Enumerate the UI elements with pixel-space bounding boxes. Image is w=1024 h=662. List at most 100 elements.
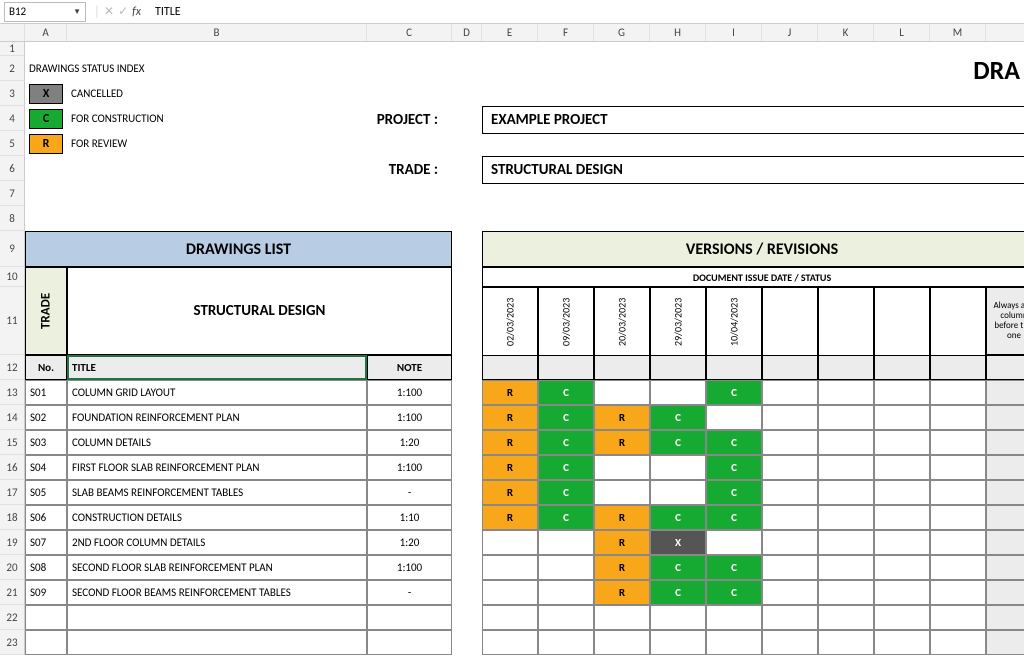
drawing-note[interactable]: 1:100 xyxy=(367,555,452,580)
revision-cell[interactable]: C xyxy=(706,455,762,480)
revision-cell[interactable]: X xyxy=(650,530,706,555)
drawing-note[interactable]: - xyxy=(367,580,452,605)
revision-cell[interactable]: R xyxy=(594,580,650,605)
row-header[interactable]: 1 xyxy=(0,42,25,56)
revision-cell[interactable]: R xyxy=(482,380,538,405)
col-header[interactable]: B xyxy=(67,24,367,41)
revision-cell[interactable]: R xyxy=(482,505,538,530)
revision-cell[interactable] xyxy=(930,430,986,455)
revision-cell[interactable] xyxy=(818,530,874,555)
empty-no[interactable] xyxy=(25,630,67,655)
drawing-note[interactable]: 1:100 xyxy=(367,455,452,480)
row-header[interactable]: 18 xyxy=(0,505,25,530)
revision-cell[interactable] xyxy=(762,480,818,505)
revision-cell[interactable] xyxy=(706,405,762,430)
revision-cell[interactable]: C xyxy=(650,580,706,605)
revision-cell[interactable] xyxy=(762,380,818,405)
chevron-down-icon[interactable]: ▼ xyxy=(73,7,81,17)
revision-cell[interactable] xyxy=(874,480,930,505)
revision-cell[interactable]: C xyxy=(706,480,762,505)
drawing-title[interactable]: SECOND FLOOR SLAB REINFORCEMENT PLAN xyxy=(67,555,367,580)
revision-cell[interactable] xyxy=(762,430,818,455)
row-header[interactable]: 15 xyxy=(0,430,25,455)
revision-cell[interactable] xyxy=(594,380,650,405)
row-header[interactable]: 5 xyxy=(0,131,25,156)
drawing-note[interactable]: 1:100 xyxy=(367,405,452,430)
revision-cell[interactable] xyxy=(482,630,538,655)
revision-cell[interactable]: C xyxy=(538,480,594,505)
col-header[interactable]: A xyxy=(25,24,67,41)
revision-cell[interactable] xyxy=(930,405,986,430)
formula-input[interactable] xyxy=(155,5,1020,19)
revision-cell[interactable] xyxy=(650,455,706,480)
row-header[interactable]: 3 xyxy=(0,81,25,106)
empty-no[interactable] xyxy=(25,605,67,630)
revision-cell[interactable] xyxy=(818,405,874,430)
revision-cell[interactable] xyxy=(706,530,762,555)
revision-cell[interactable]: C xyxy=(706,555,762,580)
row-header[interactable]: 14 xyxy=(0,405,25,430)
revision-cell[interactable] xyxy=(650,630,706,655)
drawing-note[interactable]: 1:100 xyxy=(367,380,452,405)
col-header[interactable]: F xyxy=(538,24,594,41)
cancel-icon[interactable]: ✕ xyxy=(104,4,114,19)
row-header[interactable]: 17 xyxy=(0,480,25,505)
drawing-no[interactable]: S09 xyxy=(25,580,67,605)
revision-cell[interactable] xyxy=(818,480,874,505)
row-header[interactable]: 8 xyxy=(0,206,25,231)
empty-note[interactable] xyxy=(367,605,452,630)
revision-cell[interactable] xyxy=(874,430,930,455)
revision-cell[interactable] xyxy=(594,605,650,630)
revision-cell[interactable]: C xyxy=(538,505,594,530)
revision-cell[interactable] xyxy=(482,580,538,605)
empty-note[interactable] xyxy=(367,630,452,655)
revision-cell[interactable] xyxy=(874,405,930,430)
drawing-no[interactable]: S05 xyxy=(25,480,67,505)
revision-cell[interactable] xyxy=(874,580,930,605)
revision-cell[interactable] xyxy=(818,555,874,580)
revision-cell[interactable]: C xyxy=(650,405,706,430)
revision-cell[interactable] xyxy=(650,605,706,630)
fx-icon[interactable]: fx xyxy=(132,5,141,19)
revision-cell[interactable]: C xyxy=(706,380,762,405)
revision-cell[interactable] xyxy=(874,630,930,655)
row-header[interactable]: 4 xyxy=(0,106,25,131)
revision-cell[interactable] xyxy=(538,555,594,580)
revision-cell[interactable] xyxy=(874,380,930,405)
drawing-title[interactable]: SLAB BEAMS REINFORCEMENT TABLES xyxy=(67,480,367,505)
row-header[interactable]: 9 xyxy=(0,231,25,267)
revision-cell[interactable] xyxy=(930,630,986,655)
col-header[interactable]: K xyxy=(818,24,874,41)
revision-cell[interactable] xyxy=(874,455,930,480)
revision-cell[interactable] xyxy=(762,505,818,530)
revision-cell[interactable] xyxy=(762,580,818,605)
drawing-title[interactable]: SECOND FLOOR BEAMS REINFORCEMENT TABLES xyxy=(67,580,367,605)
revision-cell[interactable] xyxy=(818,605,874,630)
revision-cell[interactable]: R xyxy=(594,405,650,430)
revision-cell[interactable] xyxy=(762,605,818,630)
revision-cell[interactable] xyxy=(594,480,650,505)
revision-cell[interactable] xyxy=(594,630,650,655)
row-header[interactable]: 11 xyxy=(0,287,25,355)
project-input[interactable]: EXAMPLE PROJECT xyxy=(482,106,1024,134)
col-header[interactable]: D xyxy=(452,24,482,41)
revision-cell[interactable] xyxy=(762,455,818,480)
col-header[interactable]: L xyxy=(874,24,930,41)
revision-cell[interactable] xyxy=(482,530,538,555)
revision-cell[interactable] xyxy=(818,630,874,655)
revision-cell[interactable] xyxy=(762,555,818,580)
drawing-title[interactable]: FOUNDATION REINFORCEMENT PLAN xyxy=(67,405,367,430)
revision-cell[interactable]: R xyxy=(482,480,538,505)
row-header[interactable]: 2 xyxy=(0,56,25,81)
revision-cell[interactable]: R xyxy=(594,555,650,580)
empty-title[interactable] xyxy=(67,630,367,655)
revision-cell[interactable]: R xyxy=(594,505,650,530)
drawing-no[interactable]: S04 xyxy=(25,455,67,480)
revision-cell[interactable]: C xyxy=(538,455,594,480)
col-header[interactable]: C xyxy=(367,24,452,41)
name-box[interactable]: B12 ▼ xyxy=(4,2,86,22)
col-header[interactable]: E xyxy=(482,24,538,41)
revision-cell[interactable]: C xyxy=(650,430,706,455)
drawing-note[interactable]: - xyxy=(367,480,452,505)
drawing-no[interactable]: S03 xyxy=(25,430,67,455)
